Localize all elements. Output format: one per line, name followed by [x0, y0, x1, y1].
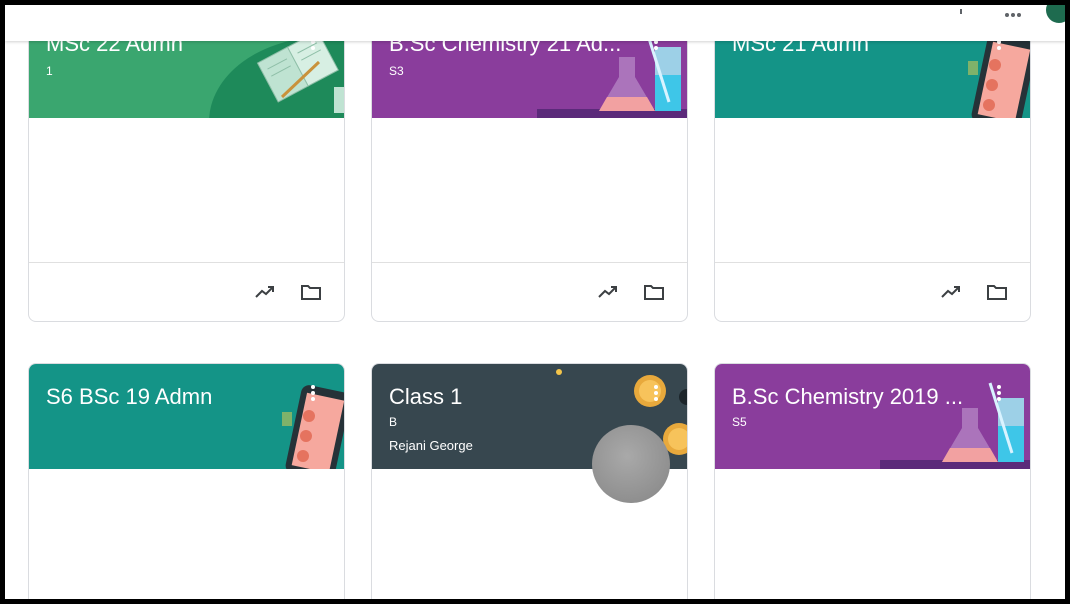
- account-avatar[interactable]: [1046, 5, 1065, 23]
- class-card-title[interactable]: S6 BSc 19 Admn: [46, 384, 212, 410]
- trend-icon[interactable]: [597, 283, 619, 301]
- class-card-msc-22-admn[interactable]: MSc 22 Admn 1: [28, 26, 345, 322]
- top-bar-partial-icon: [960, 9, 962, 14]
- class-card-teacher: Rejani George: [389, 438, 473, 453]
- folder-icon[interactable]: [643, 283, 665, 301]
- class-card-section: 1: [46, 64, 53, 78]
- more-options-icon[interactable]: [990, 384, 1008, 402]
- class-card-body: [715, 469, 1030, 599]
- teacher-profile-photo[interactable]: [592, 425, 670, 503]
- class-card-title[interactable]: Class 1: [389, 384, 462, 410]
- class-card-header[interactable]: B.Sc Chemistry 2019 ... S5: [715, 364, 1030, 469]
- class-card-section: B: [389, 415, 398, 429]
- class-card-section: S3: [389, 64, 404, 78]
- top-app-bar: [5, 5, 1065, 41]
- class-card-footer: [715, 262, 1030, 321]
- class-card-section: S5: [732, 415, 747, 429]
- folder-icon[interactable]: [986, 283, 1008, 301]
- decorative-dot: [556, 369, 562, 375]
- class-card-body: [29, 469, 344, 599]
- class-card-body: [715, 118, 1030, 262]
- class-card-footer: [372, 262, 687, 321]
- class-card-body: [29, 118, 344, 262]
- class-card-bsc-chemistry-21[interactable]: B.Sc Chemistry 21 Ad... S3: [371, 26, 688, 322]
- folder-icon[interactable]: [300, 283, 322, 301]
- class-card-footer: [29, 262, 344, 321]
- class-card-title[interactable]: B.Sc Chemistry 2019 ...: [732, 384, 963, 410]
- trend-icon[interactable]: [254, 283, 276, 301]
- class-card-header[interactable]: S6 BSc 19 Admn: [29, 364, 344, 469]
- class-card-bsc-chemistry-2019[interactable]: B.Sc Chemistry 2019 ... S5: [714, 363, 1031, 599]
- class-card-body: [372, 118, 687, 262]
- class-card-s6-bsc-19-admn[interactable]: S6 BSc 19 Admn: [28, 363, 345, 599]
- classroom-viewport: MSc 22 Admn 1 B.Sc Chemistry 21 Ad... S3…: [5, 5, 1065, 599]
- more-options-icon[interactable]: [304, 384, 322, 402]
- apps-icon[interactable]: [1004, 11, 1022, 19]
- class-card-msc-21-admn[interactable]: MSc 21 Admn: [714, 26, 1031, 322]
- more-options-icon[interactable]: [647, 384, 665, 402]
- trend-icon[interactable]: [940, 283, 962, 301]
